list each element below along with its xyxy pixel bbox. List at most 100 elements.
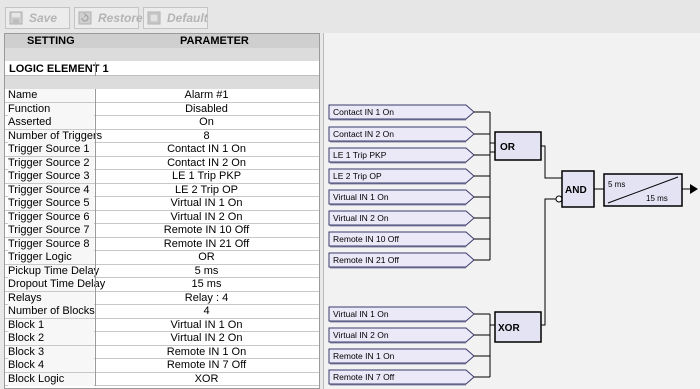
setting-name: Block Logic [8, 372, 94, 386]
table-row[interactable]: Function Disabled [5, 102, 319, 116]
table-row[interactable]: Trigger Source 2 Contact IN 2 On [5, 156, 319, 170]
setting-name: Asserted [8, 116, 94, 129]
header-parameter: PARAMETER [180, 35, 249, 47]
parameter-value[interactable]: Remote IN 10 Off [96, 224, 317, 237]
setting-name: Trigger Source 6 [8, 210, 94, 224]
setting-name: Function [8, 102, 94, 116]
dropout-delay-label: 15 ms [646, 194, 668, 203]
block-input-3: Remote IN 1 On [333, 351, 395, 361]
table-row[interactable]: Trigger Source 5 Virtual IN 1 On [5, 197, 319, 211]
default-button[interactable]: Default [143, 7, 208, 29]
not-bubble [555, 195, 563, 203]
setting-name: Trigger Source 2 [8, 156, 94, 170]
restore-label: Restore [98, 11, 143, 25]
parameter-value[interactable]: Virtual IN 2 On [96, 211, 317, 224]
table-row[interactable]: Name Alarm #1 [5, 89, 319, 103]
or-gate-label: OR [500, 142, 516, 153]
trigger-input-2: Contact IN 2 On [333, 129, 394, 139]
settings-table: SETTING PARAMETER LOGIC ELEMENT 1 Name Al… [4, 33, 320, 389]
setting-name: Dropout Time Delay [8, 278, 106, 291]
setting-name: Block 2 [8, 332, 94, 345]
table-row[interactable]: Block 3 Remote IN 1 On [5, 345, 319, 359]
setting-name: Trigger Source 1 [8, 143, 94, 156]
table-row[interactable]: Block 4 Remote IN 7 Off [5, 359, 319, 373]
parameter-value[interactable]: LE 2 Trip OP [96, 184, 317, 197]
parameter-value[interactable]: OR [96, 251, 317, 264]
table-row[interactable]: Trigger Source 3 LE 1 Trip PKP [5, 170, 319, 184]
parameter-value[interactable]: Virtual IN 2 On [96, 332, 317, 345]
logic-diagram: Contact IN 1 On Contact IN 2 On LE 1 Trip … [323, 33, 700, 389]
parameter-value[interactable]: Virtual IN 1 On [96, 319, 317, 332]
parameter-value[interactable]: Contact IN 1 On [96, 143, 317, 156]
setting-name: Block 4 [8, 359, 94, 372]
parameter-value[interactable]: Remote IN 7 Off [96, 359, 317, 372]
save-button[interactable]: Save [5, 7, 70, 29]
setting-name: Trigger Source 3 [8, 170, 94, 183]
pickup-delay-label: 5 ms [608, 180, 625, 189]
save-label: Save [29, 11, 58, 25]
save-icon [9, 11, 23, 25]
block-input-1: Virtual IN 1 On [333, 309, 389, 319]
default-label: Default [167, 11, 208, 25]
parameter-value[interactable]: 15 ms [96, 278, 317, 291]
output-arrow [690, 184, 698, 194]
table-row[interactable]: Trigger Source 4 LE 2 Trip OP [5, 183, 319, 197]
setting-name: Name [8, 89, 94, 102]
trigger-input-6: Virtual IN 2 On [333, 213, 389, 223]
parameter-value[interactable]: 5 ms [96, 265, 317, 278]
table-row[interactable]: Block 1 Virtual IN 1 On [5, 318, 319, 332]
trigger-input-7: Remote IN 10 Off [333, 234, 400, 244]
block-input-2: Virtual IN 2 On [333, 330, 389, 340]
restore-button[interactable]: Restore [74, 7, 143, 29]
table-row[interactable]: Pickup Time Delay 5 ms [5, 264, 319, 278]
parameter-value[interactable]: Virtual IN 1 On [96, 197, 317, 210]
setting-name: Block 3 [8, 345, 94, 359]
parameter-value[interactable]: Relay : 4 [96, 292, 317, 305]
table-row[interactable]: Trigger Source 6 Virtual IN 2 On [5, 210, 319, 224]
parameter-value[interactable]: Disabled [96, 103, 317, 116]
table-row[interactable]: Block Logic XOR [5, 372, 319, 386]
trigger-input-4: LE 2 Trip OP [333, 171, 382, 181]
setting-name: Trigger Logic [8, 251, 94, 264]
trigger-input-1: Contact IN 1 On [333, 107, 394, 117]
table-header: SETTING PARAMETER [5, 34, 319, 48]
setting-name: Pickup Time Delay [8, 264, 100, 278]
setting-name: Relays [8, 291, 94, 305]
table-row[interactable]: Number of Triggers 8 [5, 129, 319, 143]
trigger-input-3: LE 1 Trip PKP [333, 150, 387, 160]
parameter-value[interactable]: Contact IN 2 On [96, 157, 317, 170]
table-row[interactable]: Number of Blocks 4 [5, 305, 319, 319]
logic-diagram-canvas: Contact IN 1 On Contact IN 2 On LE 1 Trip … [328, 104, 698, 386]
table-row[interactable]: Trigger Source 8 Remote IN 21 Off [5, 237, 319, 251]
setting-name: Trigger Source 5 [8, 197, 94, 210]
trigger-input-8: Remote IN 21 Off [333, 255, 400, 265]
table-row[interactable]: Asserted On [5, 116, 319, 130]
parameter-value[interactable]: XOR [96, 373, 317, 386]
parameter-value[interactable]: 4 [96, 305, 317, 318]
parameter-value[interactable]: LE 1 Trip PKP [96, 170, 317, 183]
setting-name: Trigger Source 7 [8, 224, 94, 237]
table-row[interactable]: Trigger Logic OR [5, 251, 319, 265]
table-row[interactable]: Trigger Source 7 Remote IN 10 Off [5, 224, 319, 238]
and-gate-label: AND [565, 185, 587, 196]
setting-name: Block 1 [8, 318, 94, 332]
parameter-value[interactable]: Alarm #1 [96, 89, 317, 102]
setting-name: Number of Triggers [8, 129, 103, 143]
parameter-value[interactable]: Remote IN 21 Off [96, 238, 317, 251]
block-input-4: Remote IN 7 Off [333, 372, 395, 382]
parameter-value[interactable]: 8 [96, 130, 317, 143]
table-row[interactable]: Trigger Source 1 Contact IN 1 On [5, 143, 319, 157]
xor-gate-label: XOR [498, 323, 520, 334]
setting-name: Trigger Source 8 [8, 237, 94, 251]
default-icon [147, 11, 161, 25]
section-spacer [5, 48, 319, 61]
table-row[interactable]: Block 2 Virtual IN 2 On [5, 332, 319, 346]
table-row[interactable]: Relays Relay : 4 [5, 291, 319, 305]
parameter-value[interactable]: Remote IN 1 On [96, 346, 317, 359]
parameter-value[interactable]: On [96, 116, 317, 129]
trigger-input-5: Virtual IN 1 On [333, 192, 389, 202]
section-spacer [5, 76, 319, 89]
setting-name: Number of Blocks [8, 305, 95, 318]
section-title: LOGIC ELEMENT 1 [5, 62, 319, 76]
table-row[interactable]: Dropout Time Delay 15 ms [5, 278, 319, 292]
